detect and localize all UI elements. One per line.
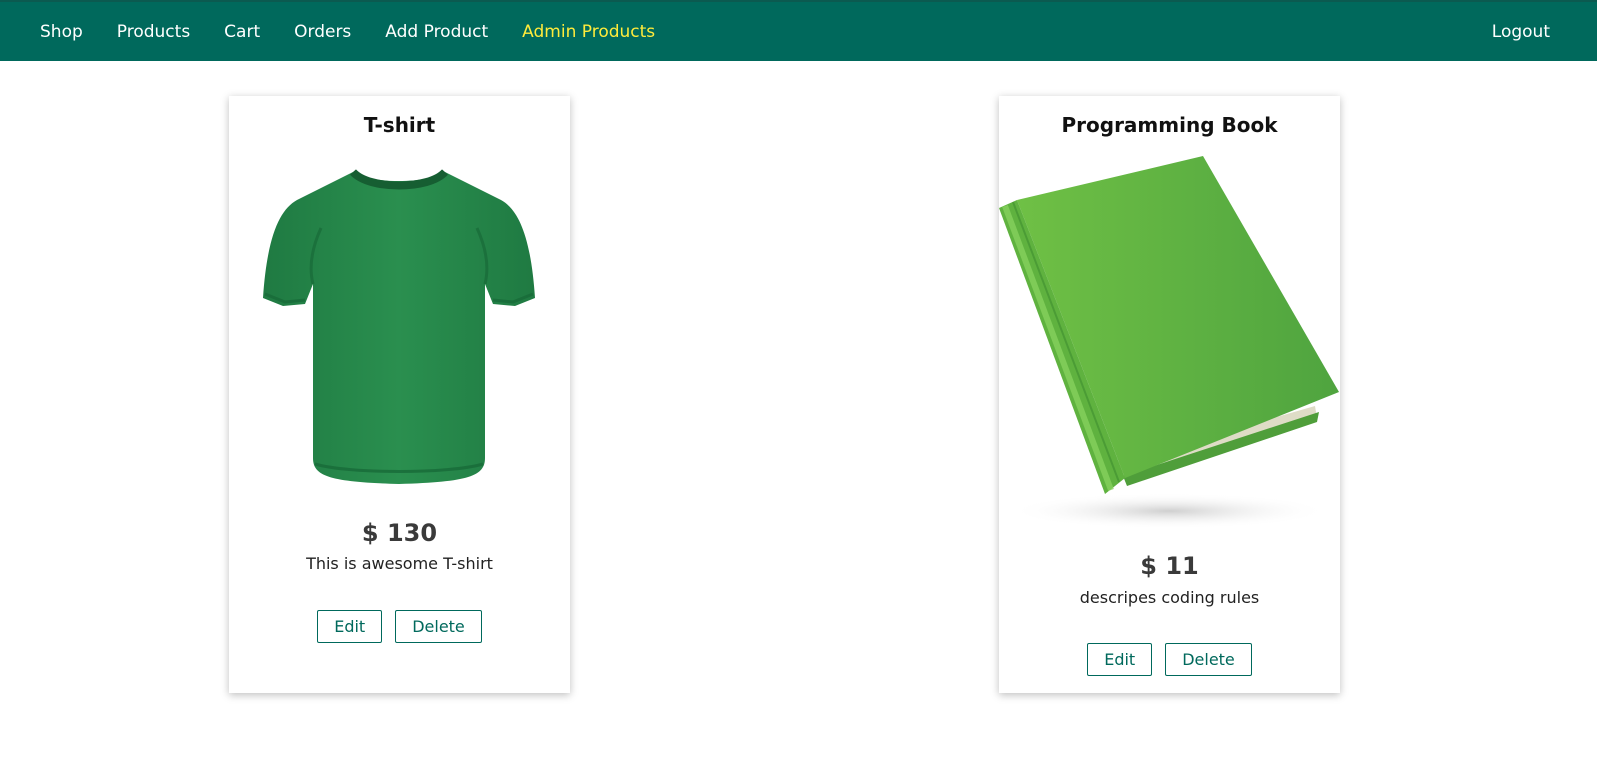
product-description: descripes coding rules [1079,588,1260,607]
delete-button[interactable]: Delete [1165,643,1252,676]
book-icon [999,156,1339,529]
tshirt-icon [263,168,535,484]
product-title: T-shirt [363,113,436,137]
nav-products[interactable]: Products [117,22,190,42]
product-card: T-shirt $ 130 This is awesome T-shirt Ed… [229,96,570,693]
main-nav: Shop Products Cart Orders Add Product Ad… [40,2,689,61]
card-actions: Edit Delete [999,643,1340,676]
edit-button[interactable]: Edit [317,610,383,643]
nav-orders[interactable]: Orders [294,22,351,42]
nav-cart[interactable]: Cart [224,22,260,42]
product-price: $ 130 [361,519,438,547]
nav-admin-products[interactable]: Admin Products [522,22,655,42]
product-image [999,156,1340,541]
nav-right: Logout [1492,2,1550,61]
product-card: Programming Book $ 11 descripes coding r… [999,96,1340,693]
delete-button[interactable]: Delete [395,610,482,643]
product-price: $ 11 [1140,552,1199,580]
edit-button[interactable]: Edit [1087,643,1153,676]
card-actions: Edit Delete [229,610,570,643]
product-title: Programming Book [1061,113,1278,137]
product-image [229,158,570,508]
main-header: Shop Products Cart Orders Add Product Ad… [0,2,1597,61]
nav-shop[interactable]: Shop [40,22,83,42]
product-description: This is awesome T-shirt [306,554,493,573]
logout-button[interactable]: Logout [1492,22,1550,42]
nav-add-product[interactable]: Add Product [385,22,488,42]
